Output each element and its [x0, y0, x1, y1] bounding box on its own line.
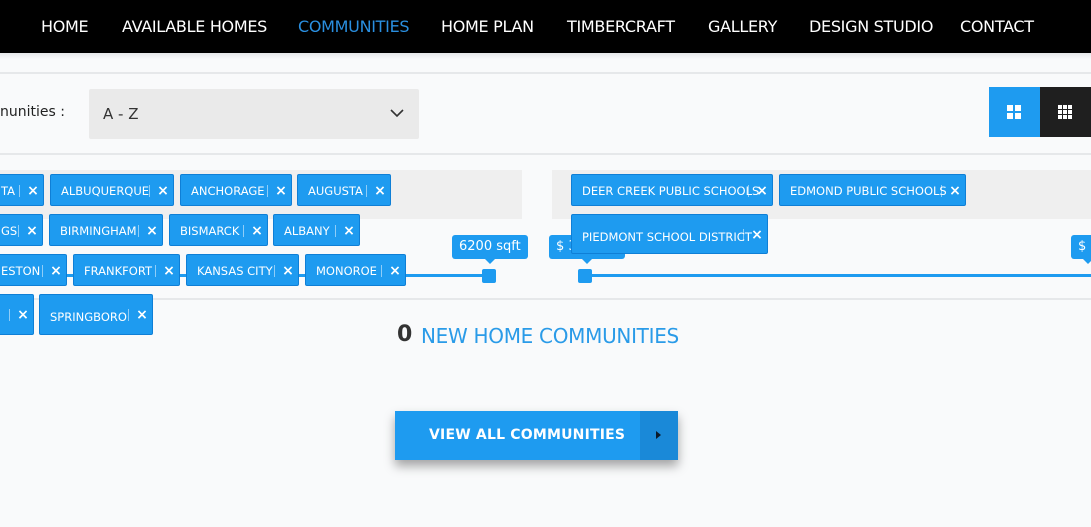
grid-view-button[interactable] — [989, 87, 1040, 137]
divider — [0, 298, 1091, 300]
nav-shadow — [0, 53, 1091, 59]
nav-home-plan[interactable]: HOME PLAN — [441, 0, 534, 53]
sort-label: nunities : — [0, 104, 65, 120]
sort-select[interactable]: A - Z — [89, 89, 419, 139]
nav-available-homes[interactable]: AVAILABLE HOMES — [122, 0, 267, 53]
nav-design-studio[interactable]: DESIGN STUDIO — [809, 0, 933, 53]
remove-icon[interactable]: × — [15, 295, 31, 334]
remove-icon[interactable]: × — [249, 215, 265, 245]
sort-selected-value: A - Z — [103, 105, 139, 123]
sqft-slider-handle[interactable] — [482, 269, 496, 283]
compact-grid-view-button[interactable] — [1040, 87, 1091, 137]
city-chip: ESTON × — [0, 254, 67, 286]
divider — [0, 72, 1091, 74]
arrow-right-icon — [640, 411, 678, 460]
remove-icon[interactable]: × — [273, 175, 289, 205]
results-label: NEW HOME COMMUNITIES — [421, 324, 679, 348]
city-chip: GS × — [0, 214, 43, 246]
remove-icon[interactable]: × — [341, 215, 357, 245]
remove-icon[interactable]: × — [24, 215, 40, 245]
divider — [0, 153, 1091, 155]
remove-icon[interactable]: × — [144, 215, 160, 245]
city-chip: TA × — [0, 174, 44, 206]
remove-icon[interactable]: × — [48, 255, 64, 285]
school-chip: DEER CREEK PUBLIC SCHOOLS × — [571, 174, 773, 206]
results-count: 0 — [397, 322, 413, 347]
cta-label: VIEW ALL COMMUNITIES — [429, 427, 626, 443]
city-chip: ANCHORAGE × — [180, 174, 292, 206]
price-slider-max-tooltip: $ 6 — [1071, 235, 1091, 264]
city-chip: ALBUQUERQUE × — [50, 174, 174, 206]
city-chip: FRANKFORT × — [73, 254, 180, 286]
remove-icon[interactable]: × — [372, 175, 388, 205]
city-chip: BISMARCK × — [169, 214, 268, 246]
remove-icon[interactable]: × — [155, 175, 171, 205]
grid-large-icon — [1007, 105, 1021, 119]
price-slider-min-handle[interactable] — [578, 269, 592, 283]
remove-icon[interactable]: × — [387, 255, 403, 285]
nav-home[interactable]: HOME — [41, 0, 89, 53]
nav-gallery[interactable]: GALLERY — [708, 0, 777, 53]
city-chip: MONOROE × — [305, 254, 406, 286]
price-slider-track — [584, 274, 1091, 277]
remove-icon[interactable]: × — [947, 175, 963, 205]
city-chip: × — [0, 294, 34, 335]
school-chip: PIEDMONT SCHOOL DISTRICT × — [571, 214, 768, 254]
remove-icon[interactable]: × — [161, 255, 177, 285]
city-chip: AUGUSTA × — [297, 174, 391, 206]
nav-contact[interactable]: CONTACT — [960, 0, 1034, 53]
remove-icon[interactable]: × — [134, 295, 150, 334]
view-all-communities-button[interactable]: VIEW ALL COMMUNITIES — [395, 411, 678, 460]
city-chip: KANSAS CITY × — [186, 254, 299, 286]
city-chip: SPRINGBORO × — [39, 294, 153, 335]
remove-icon[interactable]: × — [754, 175, 770, 205]
remove-icon[interactable]: × — [280, 255, 296, 285]
city-chip: ALBANY × — [273, 214, 360, 246]
top-nav: HOME AVAILABLE HOMES COMMUNITIES HOME PL… — [0, 0, 1091, 53]
nav-timbercraft[interactable]: TIMBERCRAFT — [567, 0, 675, 53]
sqft-slider-tooltip: 6200 sqft — [452, 235, 528, 264]
remove-icon[interactable]: × — [25, 175, 41, 205]
school-chip: EDMOND PUBLIC SCHOOLS × — [779, 174, 966, 206]
nav-communities[interactable]: COMMUNITIES — [298, 0, 410, 53]
remove-icon[interactable]: × — [749, 215, 765, 253]
city-chip: BIRMINGHAM × — [49, 214, 163, 246]
chevron-down-icon — [390, 109, 404, 118]
grid-small-icon — [1058, 105, 1072, 119]
